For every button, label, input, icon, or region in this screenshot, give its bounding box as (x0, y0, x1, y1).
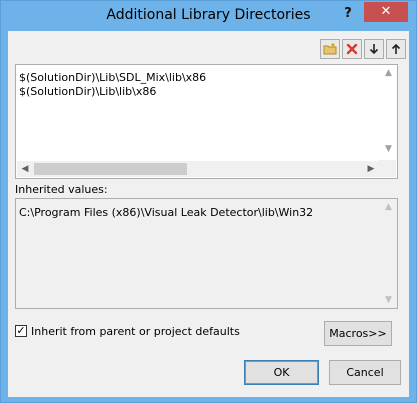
scroll-down-icon[interactable]: ▼ (382, 143, 395, 155)
scroll-up-icon[interactable]: ▲ (382, 67, 395, 79)
cancel-button[interactable]: Cancel (329, 360, 401, 385)
macros-button[interactable]: Macros>> (324, 321, 392, 346)
close-button[interactable]: ✕ (364, 2, 408, 22)
scroll-right-icon[interactable]: ▶ (363, 161, 379, 177)
list-item[interactable]: $(SolutionDir)\Lib\SDL_Mix\lib\x86 (19, 71, 206, 84)
help-button[interactable]: ? (338, 4, 358, 24)
move-down-button[interactable] (364, 39, 384, 59)
list-item[interactable]: $(SolutionDir)\Lib\lib\x86 (19, 85, 156, 98)
scroll-down-icon: ▼ (385, 295, 392, 305)
scroll-left-icon[interactable]: ◀ (17, 161, 33, 177)
inherit-checkbox-label[interactable]: Inherit from parent or project defaults (31, 325, 240, 338)
new-line-button[interactable] (320, 39, 340, 59)
inherited-value: C:\Program Files (x86)\Visual Leak Detec… (19, 206, 314, 219)
inherited-values-box: C:\Program Files (x86)\Visual Leak Detec… (15, 198, 398, 309)
scrollbar-corner (378, 160, 396, 177)
ok-button[interactable]: OK (244, 360, 319, 385)
new-folder-icon (323, 43, 337, 55)
title-bar[interactable]: Additional Library Directories ? ✕ (1, 1, 416, 31)
horizontal-scrollbar[interactable]: ◀ ▶ (17, 161, 379, 177)
dialog-body: $(SolutionDir)\Lib\SDL_Mix\lib\x86 $(Sol… (8, 31, 409, 397)
scroll-up-icon: ▲ (385, 202, 392, 212)
dialog-window: Additional Library Directories ? ✕ $(Sol… (0, 0, 417, 403)
delete-icon (346, 43, 358, 55)
arrow-up-icon (391, 43, 401, 54)
arrow-down-icon (369, 44, 379, 55)
move-up-button[interactable] (386, 39, 406, 59)
close-icon: ✕ (380, 4, 392, 19)
inherit-checkbox[interactable]: ✓ (15, 325, 27, 337)
delete-button[interactable] (342, 39, 362, 59)
directories-list[interactable]: $(SolutionDir)\Lib\SDL_Mix\lib\x86 $(Sol… (15, 64, 398, 179)
inherited-values-label: Inherited values: (15, 183, 108, 196)
scroll-thumb[interactable] (34, 163, 187, 175)
